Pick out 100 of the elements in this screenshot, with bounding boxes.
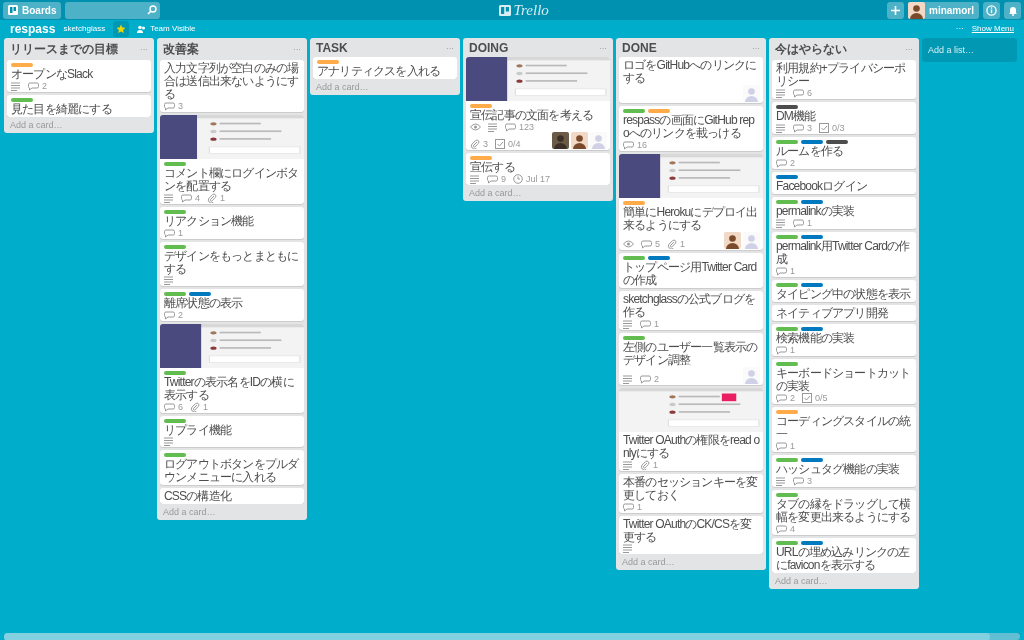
plus-icon (891, 5, 900, 15)
card[interactable]: Twitter OAuthのCK/CSを変更する (619, 516, 763, 554)
comment-icon (164, 402, 175, 412)
paperclip-icon (207, 193, 217, 203)
card-title: 入力文字列が空白のみの場合は送信出来ないようにする (164, 62, 300, 101)
card[interactable]: オープンなSlack 2 (7, 60, 151, 92)
card[interactable]: 見た目を綺麗にする (7, 95, 151, 117)
avatar-icon[interactable] (908, 1, 925, 19)
list-title[interactable]: TASK (316, 41, 348, 55)
add-button[interactable] (887, 1, 904, 19)
description-icon (776, 123, 786, 133)
card[interactable]: permalink用Twitter Cardの作成 1 (772, 232, 916, 277)
list-title[interactable]: リリースまでの目標 (10, 41, 118, 58)
card-title: 簡単にHerokuにデプロイ出来るようにする (623, 206, 759, 232)
card-title: CSSの構造化 (164, 490, 233, 503)
card-title: 見た目を綺麗にする (11, 103, 113, 116)
card[interactable]: タブの縁をドラッグして横幅を変更出来るようにする 4 (772, 490, 916, 535)
description-icon (623, 460, 633, 470)
notifications-button[interactable] (1004, 1, 1021, 19)
info-icon (986, 4, 997, 16)
badge-count: 4 (195, 193, 200, 203)
card-title: リプライ機能 (164, 424, 233, 437)
card-title: デザインをもっとまともにする (164, 250, 300, 276)
badge-count: 1 (790, 345, 795, 355)
avatar-icon[interactable] (571, 132, 588, 149)
card[interactable]: リプライ機能 (160, 416, 304, 447)
card[interactable]: 利用規約+プライバシーポリシー 6 (772, 60, 916, 99)
paperclip-icon (470, 139, 480, 149)
card[interactable]: URLの埋め込みリンクの左にfaviconを表示する (772, 538, 916, 573)
card[interactable]: アナリティクスを入れる (313, 57, 457, 79)
card[interactable]: デザインをもっとまともにする (160, 242, 304, 286)
search-icon (147, 5, 158, 15)
card[interactable]: ハッシュタグ機能の実装 3 (772, 455, 916, 487)
badge-count: 3 (807, 123, 812, 133)
checklist-icon (819, 123, 829, 133)
card-title: コメント欄にログインボタンを配置する (164, 167, 300, 193)
card[interactable]: 検索機能の実装 1 (772, 324, 916, 356)
badge-count: 6 (178, 402, 183, 412)
avatar-icon[interactable] (552, 132, 569, 149)
badge-count: 3 (807, 476, 812, 486)
card[interactable]: Twitter OAuthの権限をread onlyにする 1 (619, 388, 763, 471)
clock-icon (513, 174, 523, 184)
comment-icon (623, 140, 634, 150)
list-title[interactable]: 改善案 (163, 41, 199, 58)
card[interactable]: リアクション機能 1 (160, 207, 304, 239)
badge-count: 0/5 (815, 393, 828, 403)
card[interactable]: 宣伝記事の文面を考える 123 3 0/4 (466, 57, 610, 150)
bell-icon (1007, 4, 1018, 16)
card[interactable]: ロゴをGitHubへのリンクにする (619, 57, 763, 103)
card[interactable]: Facebookログイン (772, 172, 916, 194)
card[interactable]: 簡単にHerokuにデプロイ出来るようにする 5 1 (619, 154, 763, 250)
card[interactable]: respassの画面にGitHub repoへのリンクを載っける 16 (619, 106, 763, 151)
horizontal-scrollbar[interactable] (4, 633, 990, 640)
badge-count: 9 (501, 174, 506, 184)
card-title: トップページ用Twitter Cardの作成 (623, 261, 758, 287)
card-title: 宣伝する (470, 161, 516, 174)
badge-count: 1 (654, 319, 659, 329)
card[interactable]: 離席状態の表示 2 (160, 289, 304, 321)
card[interactable]: permalinkの実装 1 (772, 197, 916, 229)
comment-icon (793, 88, 804, 98)
card-title: 利用規約+プライバシーポリシー (776, 62, 907, 88)
list-title[interactable]: DONE (622, 41, 657, 55)
comment-icon (640, 374, 651, 384)
card[interactable]: sketchglassの公式ブログを作る 1 (619, 291, 763, 330)
info-button[interactable] (983, 1, 1000, 19)
card[interactable]: 宣伝する 9 Jul 17 (466, 153, 610, 185)
badge-count: 2 (654, 374, 659, 384)
card[interactable]: トップページ用Twitter Cardの作成 (619, 253, 763, 288)
comment-icon (28, 81, 39, 91)
card[interactable]: コメント欄にログインボタンを配置する 4 1 (160, 115, 304, 204)
list-title[interactable]: 今はやらない (775, 41, 847, 58)
list-title[interactable]: DOING (469, 41, 509, 55)
description-icon (776, 476, 786, 486)
comment-icon (776, 441, 787, 451)
comment-icon (640, 319, 651, 329)
star-button[interactable] (113, 20, 130, 37)
paperclip-icon (640, 460, 650, 470)
card[interactable]: ログアウトボタンをプルダウンメニューに入れる (160, 450, 304, 485)
card[interactable]: CSSの構造化 (160, 488, 304, 504)
description-icon (623, 544, 633, 553)
card[interactable]: 本番のセッションキーを変更しておく 1 (619, 474, 763, 513)
card[interactable]: DM機能 3 0/3 (772, 102, 916, 134)
card[interactable]: キーボードショートカットの実装 2 0/5 (772, 359, 916, 404)
card-title: タイピング中の状態を表示 (776, 288, 912, 301)
paperclip-icon (190, 402, 200, 412)
card[interactable]: ネイティブアプリ開発 (772, 305, 916, 321)
card[interactable]: 入力文字列が空白のみの場合は送信出来ないようにする 3 (160, 60, 304, 112)
description-icon (623, 319, 633, 329)
card-title: 本番のセッションキーを変更しておく (623, 476, 759, 502)
card[interactable]: Twitterの表示名をIDの横に表示する 6 1 (160, 324, 304, 413)
avatar-icon[interactable] (724, 232, 741, 249)
comment-icon (505, 122, 516, 132)
card-title: キーボードショートカットの実装 (776, 367, 912, 393)
card-title: ロゴをGitHubへのリンクにする (623, 59, 758, 85)
card[interactable]: コーディングスタイルの統一 1 (772, 407, 916, 452)
card[interactable]: 左側のユーザー一覧表示のデザイン調整 2 (619, 333, 763, 385)
comment-icon (776, 345, 787, 355)
card[interactable]: ルームを作る 2 (772, 137, 916, 169)
card[interactable]: タイピング中の状態を表示 (772, 280, 916, 302)
search-field[interactable] (65, 1, 161, 19)
